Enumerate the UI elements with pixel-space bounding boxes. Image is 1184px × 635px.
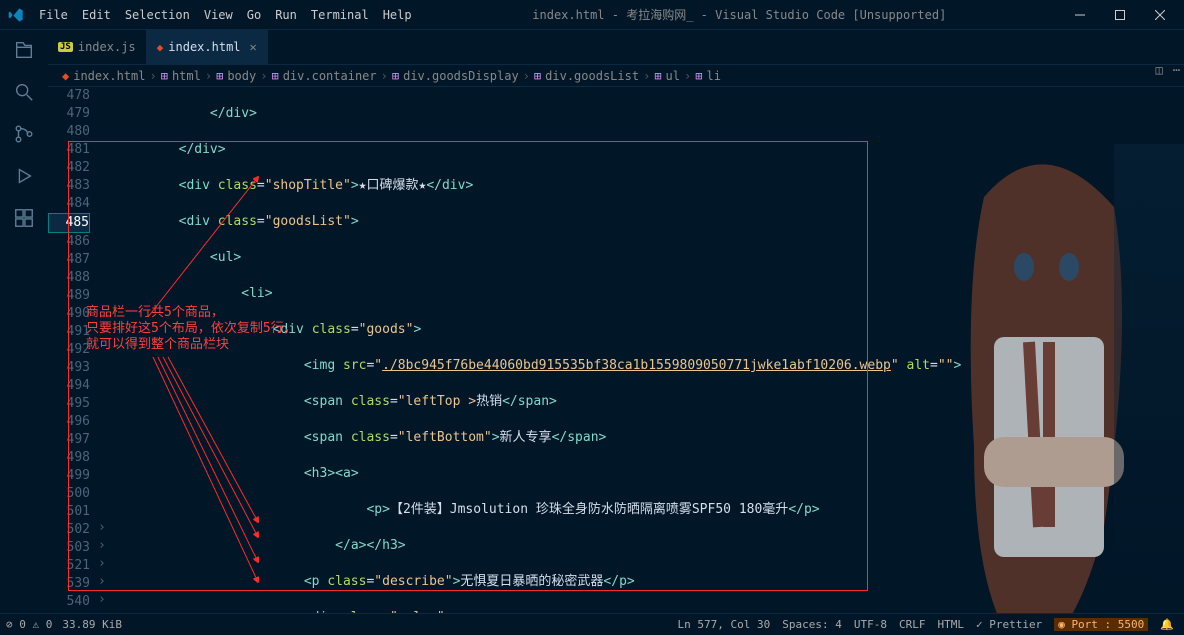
vscode-logo-icon (8, 7, 24, 23)
search-icon[interactable] (12, 80, 36, 104)
code-editor[interactable]: 4784794804814824834844854864874884894904… (48, 87, 1184, 613)
menu-go[interactable]: Go (240, 8, 268, 22)
menu-run[interactable]: Run (268, 8, 304, 22)
titlebar: File Edit Selection View Go Run Terminal… (0, 0, 1184, 30)
status-errors[interactable]: ⊘ 0 ⚠ 0 (6, 618, 52, 631)
status-bell-icon[interactable]: 🔔 (1160, 618, 1174, 631)
source-control-icon[interactable] (12, 122, 36, 146)
menu-view[interactable]: View (197, 8, 240, 22)
menu-terminal[interactable]: Terminal (304, 8, 376, 22)
status-bar: ⊘ 0 ⚠ 0 33.89 KiB Ln 577, Col 30 Spaces:… (0, 613, 1184, 635)
tab-label: index.html (168, 40, 240, 54)
status-language[interactable]: HTML (937, 618, 964, 631)
more-actions-icon[interactable]: ⋯ (1173, 63, 1180, 77)
tab-index-html[interactable]: ◆ index.html ✕ (147, 30, 268, 64)
breadcrumb[interactable]: ◆ index.html ›⊞ html ›⊞ body ›⊞ div.cont… (48, 65, 1184, 87)
close-icon[interactable]: ✕ (250, 40, 257, 54)
status-prettier[interactable]: ✓ Prettier (976, 618, 1042, 631)
menu-selection[interactable]: Selection (118, 8, 197, 22)
menu-help[interactable]: Help (376, 8, 419, 22)
menu-edit[interactable]: Edit (75, 8, 118, 22)
debug-icon[interactable] (12, 164, 36, 188)
minimize-button[interactable] (1060, 0, 1100, 30)
extensions-icon[interactable] (12, 206, 36, 230)
status-eol[interactable]: CRLF (899, 618, 926, 631)
tab-label: index.js (78, 40, 136, 54)
window-title: index.html - 考拉海购网_ - Visual Studio Code… (419, 6, 1060, 23)
explorer-icon[interactable] (12, 38, 36, 62)
menu-bar: File Edit Selection View Go Run Terminal… (0, 7, 419, 23)
menu-file[interactable]: File (32, 8, 75, 22)
status-filesize: 33.89 KiB (62, 618, 122, 631)
editor-tabs: JS index.js ◆ index.html ✕ ◫ ⋯ (48, 30, 1184, 65)
minimap[interactable] (1114, 144, 1184, 591)
status-indent[interactable]: Spaces: 4 (782, 618, 842, 631)
tab-index-js[interactable]: JS index.js (48, 30, 147, 64)
status-encoding[interactable]: UTF-8 (854, 618, 887, 631)
html-file-icon: ◆ (157, 41, 164, 54)
activity-bar (0, 30, 48, 613)
annotation-arrow (108, 167, 288, 587)
split-editor-icon[interactable]: ◫ (1156, 63, 1163, 77)
status-port[interactable]: ◉ Port : 5500 (1054, 618, 1148, 631)
js-file-icon: JS (58, 42, 73, 52)
maximize-button[interactable] (1100, 0, 1140, 30)
close-button[interactable] (1140, 0, 1180, 30)
editor-actions: ◫ ⋯ (1156, 63, 1180, 77)
status-cursor[interactable]: Ln 577, Col 30 (678, 618, 771, 631)
